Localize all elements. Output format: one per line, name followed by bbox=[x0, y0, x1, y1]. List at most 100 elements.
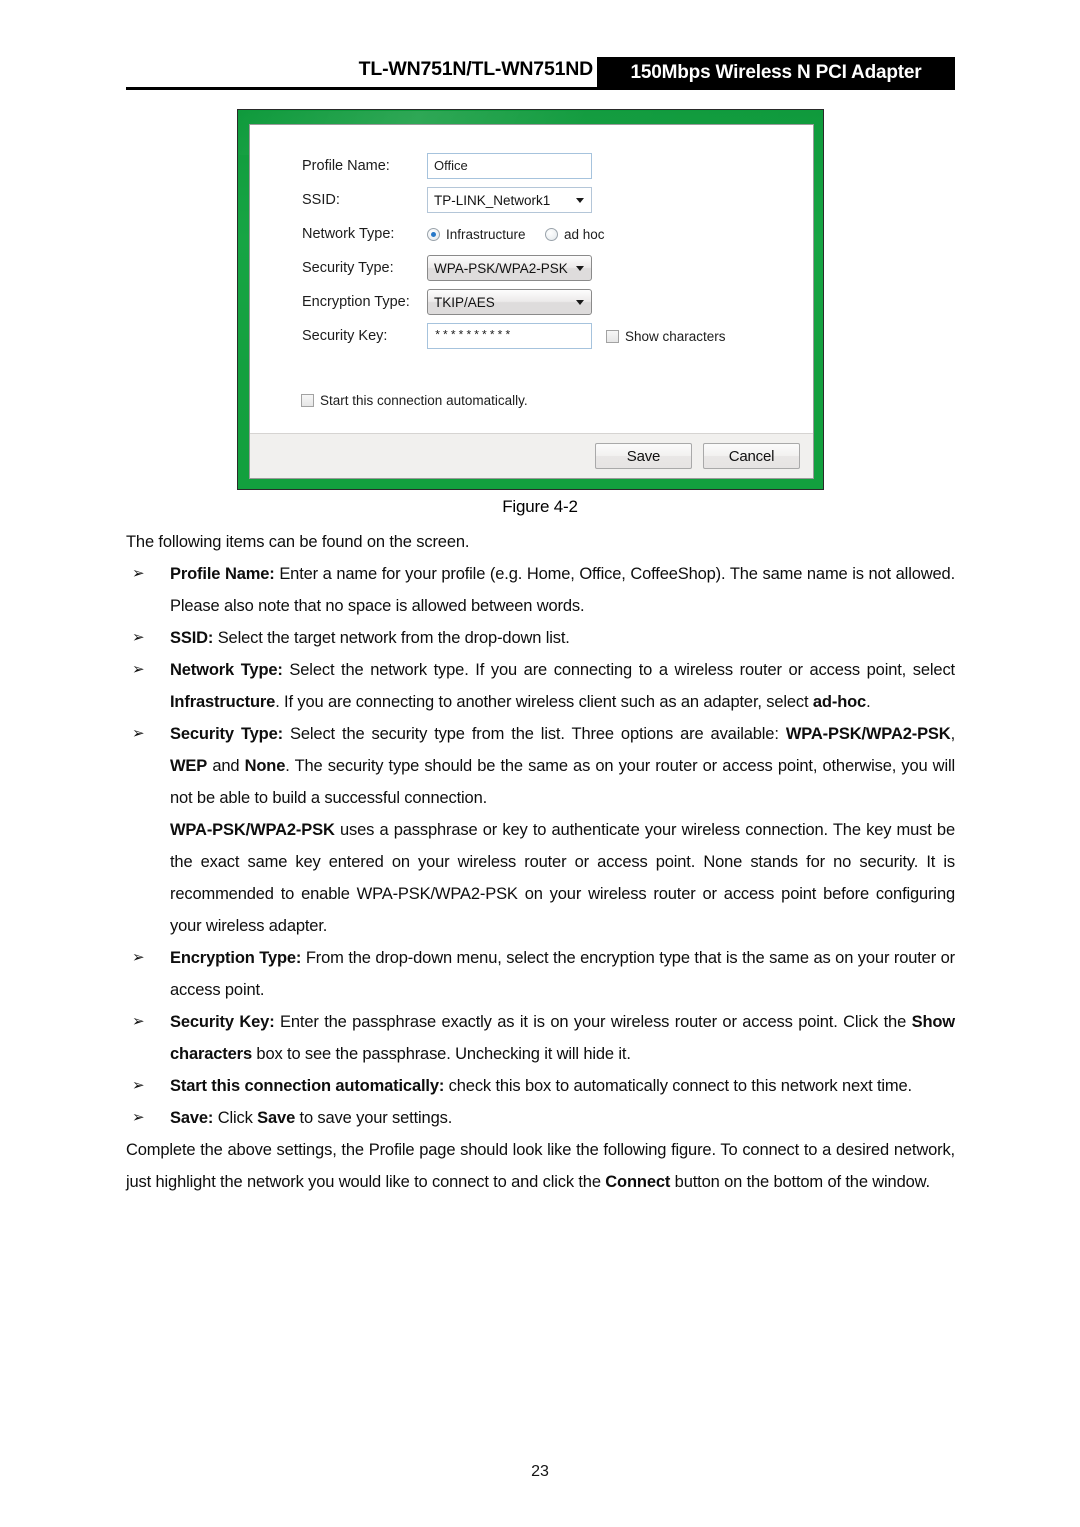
bullet-network-type: ➢ Network Type: Select the network type.… bbox=[126, 654, 955, 718]
radio-ad-hoc-indicator bbox=[545, 227, 558, 241]
dialog-form-area: Profile Name: Office SSID: TP-LINK_Netwo… bbox=[250, 125, 813, 434]
security-key-label: Security Key: bbox=[302, 328, 388, 344]
text-ssid: Select the target network from the drop-… bbox=[213, 629, 570, 647]
cancel-button[interactable]: Cancel bbox=[703, 443, 800, 469]
radio-ad-hoc-label: ad hoc bbox=[564, 226, 605, 242]
bullet-arrow-icon: ➢ bbox=[132, 1013, 145, 1030]
bullet-encryption-type: ➢ Encryption Type: From the drop-down me… bbox=[126, 942, 955, 1006]
closing-paragraph: Complete the above settings, the Profile… bbox=[126, 1134, 955, 1198]
text-security-key-2: box to see the passphrase. Unchecking it… bbox=[251, 1045, 631, 1063]
field-row-profile-name: Profile Name: Office bbox=[250, 153, 813, 179]
show-characters-label: Show characters bbox=[625, 328, 726, 344]
emphasis-wpa-psk: WPA-PSK/WPA2-PSK bbox=[785, 725, 951, 743]
figure-profile-dialog: Profile Name: Office SSID: TP-LINK_Netwo… bbox=[237, 109, 824, 490]
bullet-start-automatically: ➢ Start this connection automatically: c… bbox=[126, 1070, 955, 1102]
dialog-green-frame: Profile Name: Office SSID: TP-LINK_Netwo… bbox=[237, 109, 824, 490]
text-security-type-4: . The security type should be the same a… bbox=[170, 757, 955, 807]
term-ssid: SSID: bbox=[170, 629, 214, 647]
document-body: The following items can be found on the … bbox=[126, 526, 955, 1198]
text-security-type-1: Select the security type from the list. … bbox=[282, 725, 786, 743]
save-button[interactable]: Save bbox=[595, 443, 692, 469]
text-security-type-3: and bbox=[207, 757, 245, 775]
term-encryption-type: Encryption Type: bbox=[170, 949, 302, 967]
dialog-window: Profile Name: Office SSID: TP-LINK_Netwo… bbox=[249, 124, 814, 479]
emphasis-ad-hoc: ad-hoc bbox=[812, 693, 867, 711]
security-type-selected-value: WPA-PSK/WPA2-PSK bbox=[434, 260, 568, 276]
ssid-selected-value: TP-LINK_Network1 bbox=[434, 192, 551, 208]
bullet-profile-name: ➢ Profile Name: Enter a name for your pr… bbox=[126, 558, 955, 622]
text-closing-2: button on the bottom of the window. bbox=[670, 1173, 930, 1191]
ssid-select[interactable]: TP-LINK_Network1 bbox=[427, 187, 592, 213]
bullet-ssid: ➢ SSID: Select the target network from t… bbox=[126, 622, 955, 654]
checkbox-indicator bbox=[301, 394, 314, 407]
term-security-key: Security Key: bbox=[170, 1013, 275, 1031]
ssid-label: SSID: bbox=[302, 192, 340, 208]
checkbox-indicator bbox=[606, 329, 619, 343]
bullet-security-key: ➢ Security Key: Enter the passphrase exa… bbox=[126, 1006, 955, 1070]
emphasis-save: Save bbox=[257, 1109, 296, 1127]
header-divider-rule bbox=[126, 87, 955, 90]
bullet-arrow-icon: ➢ bbox=[132, 725, 145, 742]
emphasis-wep: WEP bbox=[170, 757, 208, 775]
dialog-footer: Save Cancel bbox=[250, 433, 813, 478]
text-network-type-3: . bbox=[866, 693, 871, 711]
start-automatically-checkbox[interactable]: Start this connection automatically. bbox=[301, 393, 528, 408]
bullet-arrow-icon: ➢ bbox=[132, 565, 145, 582]
bullet-save: ➢ Save: Click Save to save your settings… bbox=[126, 1102, 955, 1134]
chevron-down-icon bbox=[576, 266, 584, 271]
field-row-ssid: SSID: TP-LINK_Network1 bbox=[250, 187, 813, 213]
emphasis-none: None bbox=[244, 757, 286, 775]
term-network-type: Network Type: bbox=[170, 661, 283, 679]
text-save-2: to save your settings. bbox=[295, 1109, 453, 1127]
emphasis-wpa-psk-2: WPA-PSK/WPA2-PSK bbox=[170, 821, 335, 839]
field-row-security-key: Security Key: ********** Show characters bbox=[250, 323, 813, 349]
text-save-1: Click bbox=[213, 1109, 258, 1127]
term-start-automatically: Start this connection automatically: bbox=[170, 1077, 445, 1095]
bullet-arrow-icon: ➢ bbox=[132, 949, 145, 966]
radio-infrastructure[interactable]: Infrastructure bbox=[427, 227, 545, 242]
network-type-label: Network Type: bbox=[302, 226, 395, 242]
radio-infrastructure-indicator bbox=[427, 227, 440, 241]
chevron-down-icon bbox=[576, 300, 584, 305]
text-network-type-1: Select the network type. If you are conn… bbox=[282, 661, 955, 679]
bullet-arrow-icon: ➢ bbox=[132, 1109, 145, 1126]
emphasis-connect: Connect bbox=[605, 1173, 671, 1191]
network-type-radio-group: Infrastructure ad hoc bbox=[427, 227, 605, 242]
text-security-type-2: , bbox=[950, 725, 956, 743]
header-model-title: TL-WN751N/TL-WN751ND bbox=[358, 58, 594, 80]
page-header: TL-WN751N/TL-WN751ND 150Mbps Wireless N … bbox=[0, 0, 1080, 100]
field-row-encryption-type: Encryption Type: TKIP/AES bbox=[250, 289, 813, 315]
security-type-label: Security Type: bbox=[302, 260, 394, 276]
profile-name-input[interactable]: Office bbox=[427, 153, 592, 179]
bullet-arrow-icon: ➢ bbox=[132, 629, 145, 646]
emphasis-infrastructure: Infrastructure bbox=[170, 693, 276, 711]
show-characters-checkbox[interactable]: Show characters bbox=[606, 329, 726, 344]
term-save: Save: bbox=[170, 1109, 214, 1127]
text-security-key-1: Enter the passphrase exactly as it is on… bbox=[274, 1013, 912, 1031]
intro-paragraph: The following items can be found on the … bbox=[126, 533, 470, 551]
header-product-badge: 150Mbps Wireless N PCI Adapter bbox=[597, 57, 955, 89]
paragraph-security-type-detail: WPA-PSK/WPA2-PSK uses a passphrase or ke… bbox=[126, 814, 955, 942]
encryption-type-select[interactable]: TKIP/AES bbox=[427, 289, 592, 315]
profile-name-label: Profile Name: bbox=[302, 158, 390, 174]
encryption-type-label: Encryption Type: bbox=[302, 294, 410, 310]
radio-ad-hoc[interactable]: ad hoc bbox=[545, 227, 605, 242]
field-row-security-type: Security Type: WPA-PSK/WPA2-PSK bbox=[250, 255, 813, 281]
bullet-arrow-icon: ➢ bbox=[132, 661, 145, 678]
term-profile-name: Profile Name: bbox=[170, 565, 275, 583]
page-number: 23 bbox=[531, 1463, 549, 1480]
security-type-select[interactable]: WPA-PSK/WPA2-PSK bbox=[427, 255, 592, 281]
bullet-security-type: ➢ Security Type: Select the security typ… bbox=[126, 718, 955, 814]
field-row-network-type: Network Type: Infrastructure ad hoc bbox=[250, 221, 813, 247]
text-profile-name: Enter a name for your profile (e.g. Home… bbox=[170, 565, 955, 615]
term-security-type: Security Type: bbox=[170, 725, 283, 743]
start-automatically-label: Start this connection automatically. bbox=[320, 393, 528, 408]
chevron-down-icon bbox=[576, 198, 584, 203]
bullet-arrow-icon: ➢ bbox=[132, 1077, 145, 1094]
figure-caption: Figure 4-2 bbox=[502, 497, 578, 516]
text-network-type-2: . If you are connecting to another wirel… bbox=[275, 693, 813, 711]
encryption-type-selected-value: TKIP/AES bbox=[434, 294, 495, 310]
security-key-input[interactable]: ********** bbox=[427, 323, 592, 349]
radio-infrastructure-label: Infrastructure bbox=[446, 226, 526, 242]
text-start-automatically: check this box to automatically connect … bbox=[444, 1077, 912, 1095]
